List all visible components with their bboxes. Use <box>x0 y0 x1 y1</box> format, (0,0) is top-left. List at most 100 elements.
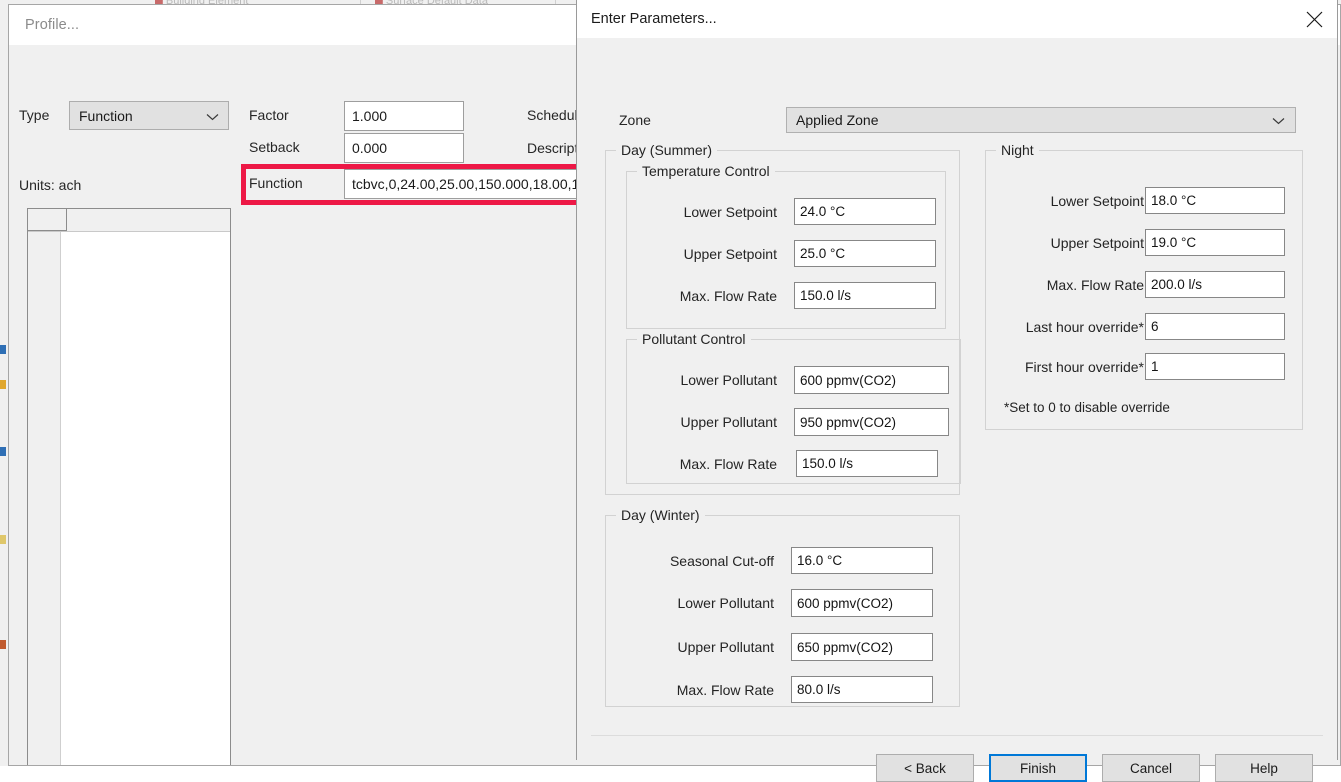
value-summer-lower-pollutant: 600 ppmv(CO2) <box>800 372 897 388</box>
input-winter-lower-pollutant[interactable]: 600 ppmv(CO2) <box>791 589 933 617</box>
label-winter-seasonal-cutoff: Seasonal Cut-off <box>669 553 774 569</box>
input-summer-lower-setpoint[interactable]: 24.0 °C <box>794 198 936 225</box>
input-night-last-hour-override[interactable]: 6 <box>1145 313 1285 340</box>
input-night-max-flow[interactable]: 200.0 l/s <box>1145 271 1285 298</box>
group-day-winter-title: Day (Winter) <box>616 507 705 523</box>
rail-icon-4[interactable] <box>0 535 6 544</box>
factor-label: Factor <box>249 107 289 123</box>
value-summer-upper-pollutant: 950 ppmv(CO2) <box>800 414 897 430</box>
value-winter-lower-pollutant: 600 ppmv(CO2) <box>797 595 894 611</box>
profile-grid-header <box>28 209 230 232</box>
label-summer-upper-setpoint: Upper Setpoint <box>683 246 777 262</box>
profile-window-title: Profile... <box>25 17 80 33</box>
factor-input[interactable]: 1.000 <box>344 101 464 131</box>
value-winter-max-flow: 80.0 l/s <box>797 682 841 697</box>
night-override-note: *Set to 0 to disable override <box>1004 400 1170 415</box>
label-summer-lower-pollutant: Lower Pollutant <box>680 372 777 388</box>
factor-value: 1.000 <box>352 108 388 124</box>
close-icon[interactable] <box>1291 1 1337 38</box>
rail-icon-2[interactable] <box>0 380 6 389</box>
input-summer-upper-setpoint[interactable]: 25.0 °C <box>794 240 936 267</box>
finish-button[interactable]: Finish <box>989 754 1087 782</box>
footer-divider <box>591 735 1323 736</box>
chevron-down-icon <box>206 108 219 124</box>
value-night-upper-setpoint: 19.0 °C <box>1151 235 1197 250</box>
input-night-upper-setpoint[interactable]: 19.0 °C <box>1145 229 1285 256</box>
group-day-winter: Day (Winter) Seasonal Cut-off 16.0 °C Lo… <box>605 507 960 707</box>
rail-icon-1[interactable] <box>0 345 6 354</box>
label-winter-upper-pollutant: Upper Pollutant <box>677 639 774 655</box>
group-night: Night Lower Setpoint 18.0 °C Upper Setpo… <box>985 142 1303 430</box>
function-label: Function <box>249 175 303 191</box>
dialog-titlebar: Enter Parameters... <box>577 0 1337 38</box>
zone-label: Zone <box>619 112 651 128</box>
chevron-down-icon <box>1272 112 1285 128</box>
label-winter-max-flow: Max. Flow Rate <box>676 682 774 698</box>
units-label: Units: ach <box>19 177 82 193</box>
setback-input[interactable]: 0.000 <box>344 133 464 163</box>
group-day-summer-title: Day (Summer) <box>616 142 718 158</box>
input-summer-pollutant-max-flow[interactable]: 150.0 l/s <box>796 450 938 477</box>
label-night-first-hour-override: First hour override* <box>1024 359 1144 375</box>
type-dropdown[interactable]: Function <box>69 101 229 130</box>
label-winter-lower-pollutant: Lower Pollutant <box>677 595 774 611</box>
profile-grid-rows <box>28 232 230 765</box>
help-button[interactable]: Help <box>1215 754 1313 782</box>
profile-grid-row-gutter <box>28 232 61 765</box>
group-night-title: Night <box>996 142 1039 158</box>
input-winter-upper-pollutant[interactable]: 650 ppmv(CO2) <box>791 633 933 661</box>
value-summer-temp-max-flow: 150.0 l/s <box>800 288 852 303</box>
label-summer-upper-pollutant: Upper Pollutant <box>680 414 777 430</box>
back-button[interactable]: < Back <box>876 754 974 782</box>
value-night-last-hour-override: 6 <box>1151 319 1159 334</box>
dialog-title: Enter Parameters... <box>591 11 717 27</box>
value-summer-lower-setpoint: 24.0 °C <box>800 204 846 219</box>
rail-icon-5[interactable] <box>0 640 6 649</box>
profile-grid-cells[interactable] <box>61 232 230 765</box>
function-input[interactable]: tcbvc,0,24.00,25.00,150.000,18.00,19 <box>344 169 589 199</box>
profile-data-grid[interactable] <box>27 208 231 765</box>
label-summer-lower-setpoint: Lower Setpoint <box>683 204 777 220</box>
rail-icon-3[interactable] <box>0 447 6 456</box>
input-winter-max-flow[interactable]: 80.0 l/s <box>791 676 933 703</box>
type-label: Type <box>19 107 50 123</box>
type-dropdown-value: Function <box>79 107 133 124</box>
help-button-label: Help <box>1250 760 1278 776</box>
zone-dropdown[interactable]: Applied Zone <box>786 107 1296 133</box>
description-label: Descript <box>527 140 579 156</box>
zone-dropdown-value: Applied Zone <box>796 112 879 128</box>
input-night-lower-setpoint[interactable]: 18.0 °C <box>1145 187 1285 214</box>
finish-button-label: Finish <box>1019 760 1056 776</box>
label-summer-temp-max-flow: Max. Flow Rate <box>679 288 777 304</box>
function-value: tcbvc,0,24.00,25.00,150.000,18.00,19 <box>352 176 588 192</box>
label-summer-pollutant-max-flow: Max. Flow Rate <box>679 456 777 472</box>
input-night-first-hour-override[interactable]: 1 <box>1145 353 1285 380</box>
value-night-max-flow: 200.0 l/s <box>1151 277 1203 292</box>
cancel-button[interactable]: Cancel <box>1102 754 1200 782</box>
group-pollutant-control-title: Pollutant Control <box>637 331 751 347</box>
label-night-last-hour-override: Last hour override* <box>1025 319 1144 335</box>
input-winter-seasonal-cutoff[interactable]: 16.0 °C <box>791 547 933 574</box>
value-summer-pollutant-max-flow: 150.0 l/s <box>802 456 854 471</box>
group-temperature-control-title: Temperature Control <box>637 163 775 179</box>
back-button-label: < Back <box>904 760 946 776</box>
input-summer-lower-pollutant[interactable]: 600 ppmv(CO2) <box>794 366 949 394</box>
label-night-max-flow: Max. Flow Rate <box>1046 277 1144 293</box>
dialog-button-row: < Back Finish Cancel Help <box>577 754 1337 782</box>
value-winter-seasonal-cutoff: 16.0 °C <box>797 553 843 568</box>
profile-grid-corner-cell[interactable] <box>28 209 67 231</box>
group-temperature-control: Temperature Control Lower Setpoint 24.0 … <box>626 163 946 329</box>
cancel-button-label: Cancel <box>1129 760 1173 776</box>
group-day-summer: Day (Summer) Temperature Control Lower S… <box>605 142 961 495</box>
input-summer-upper-pollutant[interactable]: 950 ppmv(CO2) <box>794 408 949 436</box>
label-night-lower-setpoint: Lower Setpoint <box>1050 193 1144 209</box>
group-pollutant-control: Pollutant Control Lower Pollutant 600 pp… <box>626 331 961 484</box>
label-night-upper-setpoint: Upper Setpoint <box>1050 235 1144 251</box>
value-night-lower-setpoint: 18.0 °C <box>1151 193 1197 208</box>
input-summer-temp-max-flow[interactable]: 150.0 l/s <box>794 282 936 309</box>
profile-grid-column-header[interactable] <box>67 209 230 231</box>
setback-value: 0.000 <box>352 140 388 156</box>
value-winter-upper-pollutant: 650 ppmv(CO2) <box>797 639 894 655</box>
enter-parameters-dialog: Enter Parameters... Zone Applied Zone Da… <box>576 0 1338 782</box>
value-night-first-hour-override: 1 <box>1151 359 1159 374</box>
